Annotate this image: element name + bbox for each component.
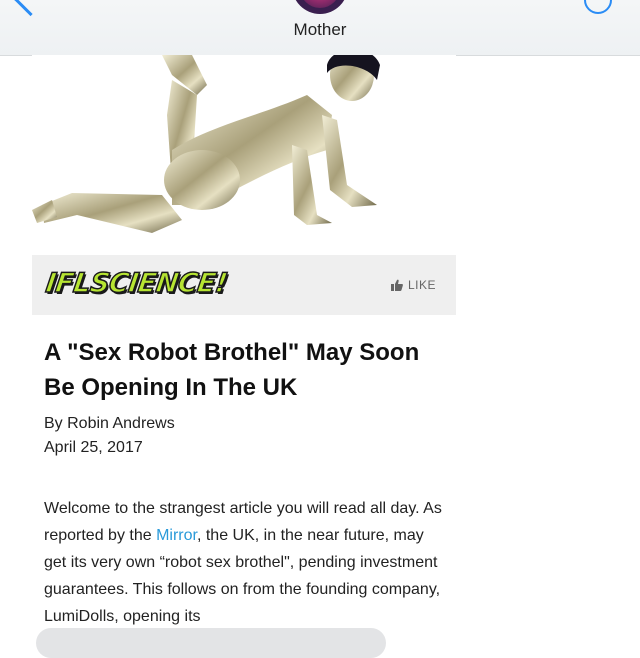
next-message-bubble — [36, 628, 386, 658]
link-preview-card[interactable]: IFLSCIENCE! LIKE A "Sex Robot Brothel" M… — [32, 55, 456, 640]
contact-name[interactable]: Mother — [0, 20, 640, 40]
article-hero-image — [32, 55, 456, 255]
back-chevron-icon[interactable] — [12, 0, 49, 17]
article-date: April 25, 2017 — [44, 439, 143, 456]
mirror-link[interactable]: Mirror — [156, 527, 197, 544]
info-icon[interactable] — [584, 0, 612, 14]
like-button[interactable]: LIKE — [390, 276, 436, 294]
thumbs-up-icon — [390, 279, 403, 291]
article-headline: A "Sex Robot Brothel" May Soon Be Openin… — [44, 339, 420, 401]
message-header: Mother — [0, 0, 640, 56]
article-byline: By Robin Andrews — [44, 415, 175, 432]
like-label: LIKE — [407, 278, 436, 292]
article-body: Welcome to the strangest article you wil… — [44, 495, 448, 630]
publisher-bar: IFLSCIENCE! LIKE — [32, 255, 456, 315]
avatar-image — [300, 0, 340, 8]
contact-avatar[interactable] — [292, 0, 348, 14]
robot-illustration — [32, 55, 380, 233]
iflscience-logo: IFLSCIENCE! — [43, 267, 230, 300]
